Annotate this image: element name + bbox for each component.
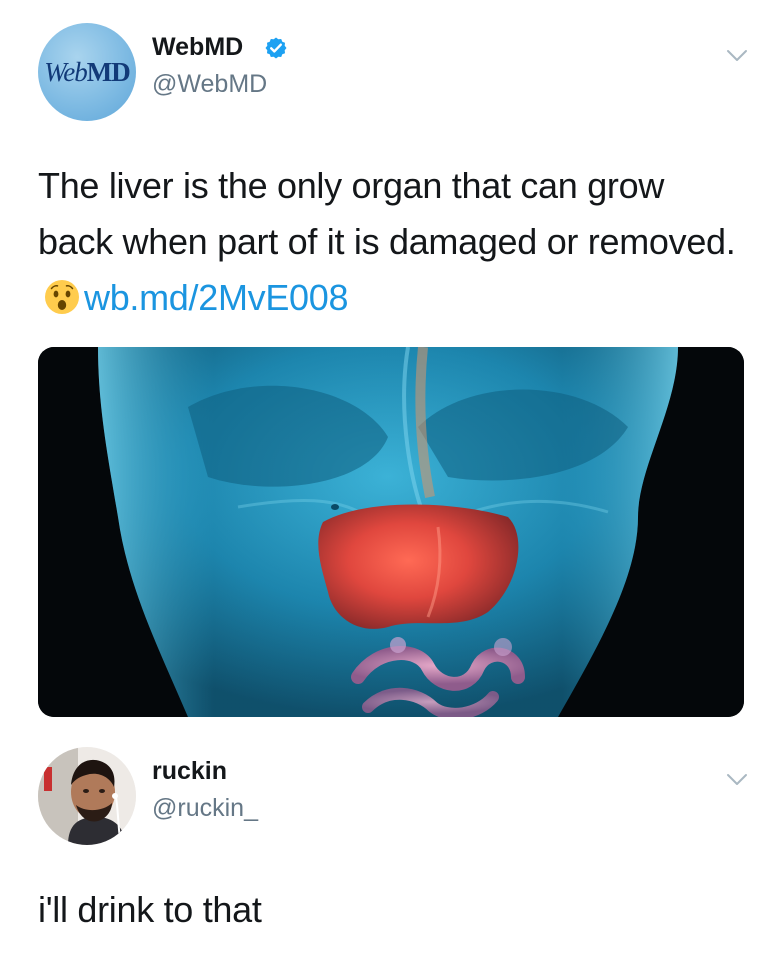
handle[interactable]: @WebMD xyxy=(152,70,267,99)
profile-photo xyxy=(38,747,136,845)
display-name[interactable]: WebMD xyxy=(152,33,243,62)
handle[interactable]: @ruckin_ xyxy=(152,794,258,823)
tweet-text: The liver is the only organ that can gro… xyxy=(38,158,738,326)
chevron-down-icon[interactable] xyxy=(726,773,748,787)
hushed-face-emoji-icon xyxy=(45,280,79,314)
tweet-text: i'll drink to that xyxy=(38,889,262,930)
liver-illustration xyxy=(38,347,744,717)
chevron-down-icon[interactable] xyxy=(726,49,748,63)
avatar-webmd[interactable]: WebMD xyxy=(38,23,136,121)
webmd-logo: WebMD xyxy=(44,57,130,87)
verified-badge-icon xyxy=(265,37,287,59)
tweet-reply[interactable]: ruckin @ruckin_ i'll drink to that xyxy=(0,730,782,960)
display-name[interactable]: ruckin xyxy=(152,757,227,786)
tweet-media-image[interactable] xyxy=(38,347,744,717)
avatar-ruckin[interactable] xyxy=(38,747,136,845)
tweet-link[interactable]: wb.md/2MvE008 xyxy=(84,277,349,318)
tweet-webmd[interactable]: WebMD WebMD @WebMD The liver is the only… xyxy=(0,0,782,730)
tweet-text-body: The liver is the only organ that can gro… xyxy=(38,165,736,262)
